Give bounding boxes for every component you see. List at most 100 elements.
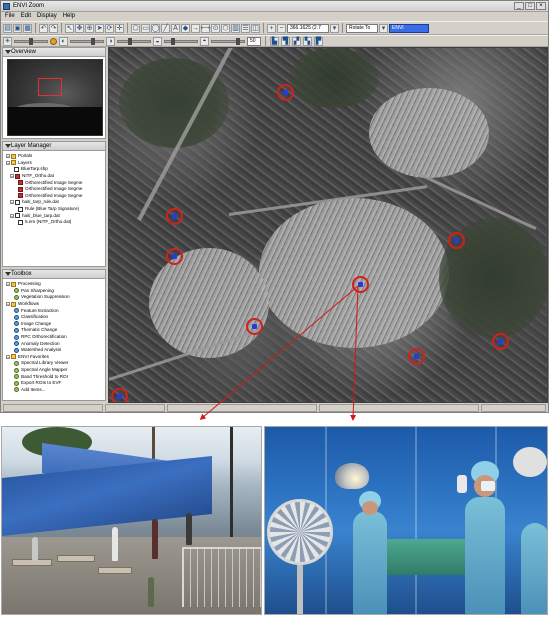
toolbox-item[interactable]: Band Threshold to ROI: [6, 373, 103, 380]
stretch-slider[interactable]: [117, 37, 151, 45]
toolbox-folder-workflows[interactable]: − Workflows: [6, 301, 103, 308]
menu-help[interactable]: Help: [63, 12, 75, 21]
expand-icon[interactable]: −: [6, 160, 10, 165]
toolbox-item[interactable]: Feature Extraction: [6, 307, 103, 314]
print-icon[interactable]: ▦: [23, 23, 32, 33]
zoom-icon[interactable]: ⊕: [85, 23, 94, 33]
toolbox-item[interactable]: Vegetation Suppression: [6, 294, 103, 301]
polygon-icon[interactable]: ⬠: [131, 23, 140, 33]
undo-icon[interactable]: ↶: [39, 23, 48, 33]
overview-header[interactable]: Overview: [3, 48, 105, 57]
tree-item-portals[interactable]: − Portals: [6, 153, 103, 160]
rotate-to-field[interactable]: Rotate To: [346, 23, 378, 33]
fly-icon[interactable]: ➤: [95, 23, 104, 33]
tree-item-layers[interactable]: − Layers: [6, 160, 103, 167]
menu-display[interactable]: Display: [37, 12, 57, 21]
toolbox-header[interactable]: Toolbox: [3, 270, 105, 279]
expand-icon[interactable]: −: [10, 213, 14, 218]
blue-tarp-detection-marker[interactable]: [166, 248, 183, 265]
brightness-icon[interactable]: ☀: [3, 36, 12, 46]
brightness-reset-icon[interactable]: [50, 37, 57, 45]
collapse-icon[interactable]: [5, 144, 11, 148]
ellipse-icon[interactable]: ◯: [151, 23, 160, 33]
view-extent-box[interactable]: [38, 78, 62, 96]
toolbox-item[interactable]: Anomaly Detection: [6, 340, 103, 347]
zoom-dropdown-icon[interactable]: ▾: [330, 23, 339, 33]
blue-tarp-detection-marker[interactable]: [352, 276, 369, 293]
blend-icon[interactable]: ▛: [314, 36, 323, 46]
transparency-icon[interactable]: ◓: [200, 36, 209, 46]
rotate-icon[interactable]: ⟳: [105, 23, 114, 33]
layer-select[interactable]: ENVI: [389, 23, 429, 33]
zoom-in-icon[interactable]: +: [267, 23, 276, 33]
stretch-icon[interactable]: ◑: [106, 36, 115, 46]
toolbox-item[interactable]: Classification: [6, 314, 103, 321]
collapse-icon[interactable]: [5, 50, 11, 54]
slider-knob[interactable]: [236, 37, 240, 45]
rotate-dropdown-icon[interactable]: ▾: [379, 23, 388, 33]
blue-tarp-detection-marker[interactable]: [408, 348, 425, 365]
slider-knob[interactable]: [91, 37, 95, 45]
cursor-value-icon[interactable]: ☰: [241, 23, 250, 33]
toolbox-item[interactable]: Add Items...: [6, 387, 103, 394]
line-icon[interactable]: ╱: [161, 23, 170, 33]
zoom-field[interactable]: 366.1625 (2.7: [287, 23, 329, 33]
close-button[interactable]: ×: [536, 2, 546, 10]
tree-item-segment[interactable]: Orthorectified Image Segme: [6, 186, 103, 193]
collapse-icon[interactable]: [5, 272, 11, 276]
brightness-slider[interactable]: [14, 37, 48, 45]
expand-icon[interactable]: −: [10, 174, 14, 179]
annotation-icon[interactable]: ◆: [181, 23, 190, 33]
blue-tarp-detection-marker[interactable]: [111, 388, 128, 402]
overview-thumbnail[interactable]: [7, 59, 103, 136]
image-viewport[interactable]: [108, 47, 548, 403]
blue-tarp-detection-marker[interactable]: [166, 208, 183, 225]
title-bar[interactable]: ENVI Zoom _ □ ×: [1, 1, 548, 12]
toolbox-item[interactable]: Image Change: [6, 321, 103, 328]
toolbox-item[interactable]: RPC Orthorectification: [6, 334, 103, 341]
text-icon[interactable]: A: [171, 23, 180, 33]
toolbox-item[interactable]: Thematic Change: [6, 327, 103, 334]
blue-tarp-detection-marker[interactable]: [277, 84, 294, 101]
tree-item-segment[interactable]: Orthorectified Image Segme: [6, 179, 103, 186]
menu-edit[interactable]: Edit: [21, 12, 31, 21]
minimize-button[interactable]: _: [514, 2, 524, 10]
arrow-icon[interactable]: →: [191, 23, 200, 33]
expand-icon[interactable]: −: [6, 282, 10, 287]
chip-icon[interactable]: ◫: [251, 23, 260, 33]
expand-icon[interactable]: −: [6, 154, 10, 159]
transparency-slider[interactable]: [211, 37, 245, 45]
open-icon[interactable]: ▤: [3, 23, 12, 33]
tree-item-segment[interactable]: Orthorectified Image Segme: [6, 193, 103, 200]
blue-tarp-detection-marker[interactable]: [448, 232, 465, 249]
contrast-slider[interactable]: [70, 37, 104, 45]
tree-item-nitf[interactable]: − NITF_Ortho.dat: [6, 173, 103, 180]
swipe-icon[interactable]: ▞: [292, 36, 301, 46]
sharpen-icon[interactable]: ◒: [153, 36, 162, 46]
blue-tarp-detection-marker[interactable]: [492, 333, 509, 350]
toolbox-item[interactable]: Watershed Analysis: [6, 347, 103, 354]
maximize-button[interactable]: □: [525, 2, 535, 10]
vector-icon[interactable]: ⬡: [221, 23, 230, 33]
slider-knob[interactable]: [128, 37, 132, 45]
toolbox-item[interactable]: Spectral Angle Mapper: [6, 367, 103, 374]
tree-item-bluetarp[interactable]: BlueTarp.shp: [6, 166, 103, 173]
tree-item-sam-band[interactable]: 5.em (NITF_Ortho.dat): [6, 219, 103, 226]
toolbox-folder-favorites[interactable]: − ENVI Favorites: [6, 354, 103, 361]
contrast-icon[interactable]: ◐: [59, 36, 68, 46]
sharpen-slider[interactable]: [164, 37, 198, 45]
save-icon[interactable]: ▣: [13, 23, 22, 33]
toolbox-item[interactable]: Spectral Library Viewer: [6, 360, 103, 367]
measure-icon[interactable]: ⟷: [200, 23, 211, 33]
menu-file[interactable]: File: [5, 12, 15, 21]
flicker-icon[interactable]: ▚: [303, 36, 312, 46]
expand-icon[interactable]: −: [10, 200, 14, 205]
select-icon[interactable]: ↖: [65, 23, 74, 33]
slider-knob[interactable]: [29, 37, 33, 45]
rectangle-icon[interactable]: ▭: [141, 23, 150, 33]
redo-icon[interactable]: ↷: [49, 23, 58, 33]
expand-icon[interactable]: −: [6, 354, 10, 359]
portal-icon[interactable]: ▜: [281, 36, 290, 46]
slider-knob[interactable]: [171, 37, 175, 45]
tree-item-rule-band[interactable]: Rule (Blue Tarp Signature): [6, 206, 103, 213]
